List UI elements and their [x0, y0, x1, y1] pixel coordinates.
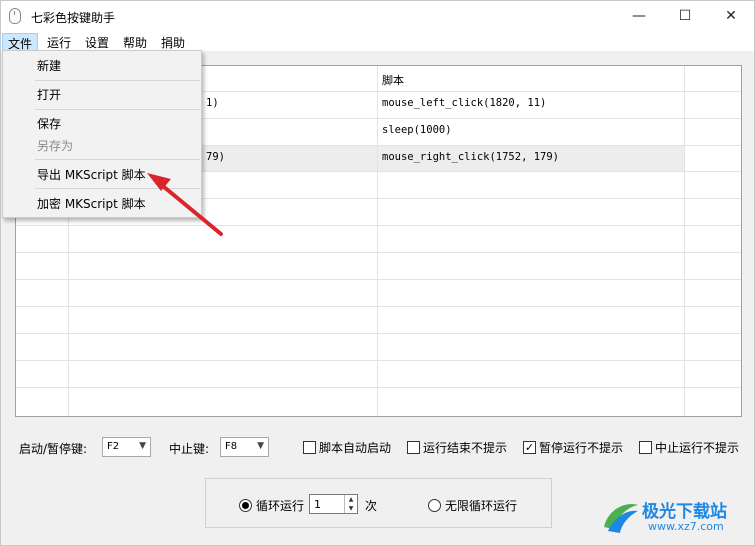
auto-start-checkbox[interactable]: 脚本自动启动 — [303, 439, 391, 456]
radio-unselected[interactable] — [428, 499, 441, 512]
aurora-logo-icon — [604, 503, 638, 533]
start-pause-key-select[interactable]: F2 ▼ — [102, 437, 151, 457]
loop-count-value[interactable]: 1 — [314, 498, 321, 511]
stop-key-select[interactable]: F8 ▼ — [220, 437, 269, 457]
loop-count-spinner[interactable]: 1 ▲ ▼ — [309, 494, 358, 514]
stop-key-label: 中止键: — [169, 442, 210, 456]
run-end-no-prompt-label: 运行结束不提示 — [423, 441, 508, 455]
start-pause-key-label: 启动/暂停键: — [19, 442, 88, 456]
checkbox-box[interactable] — [639, 441, 652, 454]
watermark-brand: 极光下载站 — [642, 502, 727, 522]
pause-no-prompt-checkbox[interactable]: ✓ 暂停运行不提示 — [523, 439, 623, 456]
times-label: 次 — [365, 499, 378, 513]
infinite-loop-radio[interactable]: 无限循环运行 — [428, 497, 517, 514]
watermark-logo: 极光下载站 www.xz7.com — [598, 495, 748, 539]
watermark-url: www.xz7.com — [648, 520, 724, 533]
spinner-arrows-icon[interactable]: ▲ ▼ — [344, 495, 357, 513]
stop-no-prompt-checkbox[interactable]: 中止运行不提示 — [639, 439, 739, 456]
stop-no-prompt-label: 中止运行不提示 — [655, 441, 740, 455]
auto-start-label: 脚本自动启动 — [319, 441, 392, 455]
chevron-down-icon: ▼ — [257, 441, 264, 451]
check-icon[interactable]: ✓ — [523, 441, 536, 454]
loop-run-label: 循环运行 — [256, 499, 305, 513]
checkbox-box[interactable] — [303, 441, 316, 454]
run-end-no-prompt-checkbox[interactable]: 运行结束不提示 — [407, 439, 507, 456]
pause-no-prompt-label: 暂停运行不提示 — [539, 441, 624, 455]
annotation-arrow-icon — [147, 173, 223, 236]
chevron-down-icon: ▼ — [139, 441, 146, 451]
infinite-loop-label: 无限循环运行 — [445, 499, 518, 513]
checkbox-box[interactable] — [407, 441, 420, 454]
radio-selected[interactable] — [239, 499, 252, 512]
loop-run-radio[interactable]: 循环运行 — [239, 497, 304, 514]
start-pause-key-value: F2 — [107, 441, 120, 452]
app-window: 七彩色按键助手 — ☐ ✕ 文件 运行 设置 帮助 捐助 脚本 1) mouse… — [0, 0, 755, 546]
stop-key-value: F8 — [225, 441, 238, 452]
